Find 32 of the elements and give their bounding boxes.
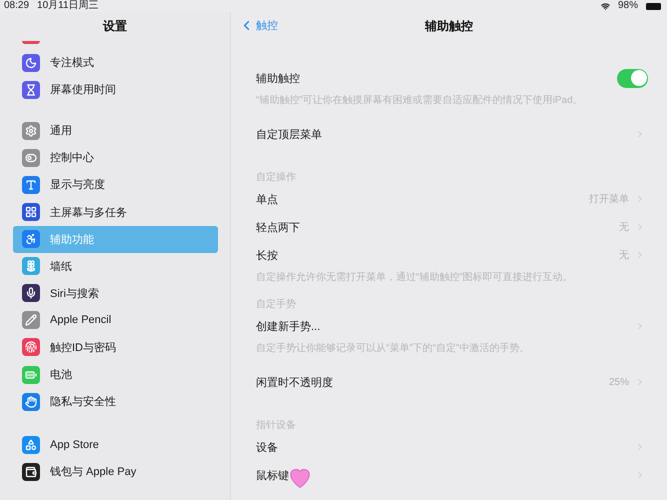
sidebar-item[interactable]: App Store — [13, 431, 218, 458]
page-title: 辅助触控 — [425, 18, 473, 34]
sidebar-item[interactable]: 显示与亮度 — [13, 171, 218, 198]
setting-row[interactable]: 设备 — [256, 433, 645, 461]
setting-row[interactable]: 鼠标键 — [256, 461, 645, 489]
toggle-switch[interactable] — [617, 68, 648, 88]
sidebar-item[interactable]: 触控ID与密码 — [13, 334, 218, 362]
battery-icon — [646, 2, 661, 10]
sidebar-item[interactable]: 墙纸 — [13, 252, 218, 280]
sidebar-item[interactable]: 主屏幕与多任务 — [13, 198, 218, 226]
sidebar-item[interactable]: 钱包与 Apple Pay — [13, 458, 218, 486]
sidebar-item[interactable]: 隐私与安全性 — [13, 388, 218, 416]
status-time: 08:29 — [4, 0, 30, 12]
sidebar-item[interactable]: 电池 — [13, 361, 218, 388]
setting-row[interactable]: 自定顶层菜单 — [256, 120, 645, 148]
sidebar-item[interactable]: Apple Pencil — [13, 306, 218, 334]
status-date: 10月11日周三 — [37, 0, 99, 12]
sidebar-item[interactable]: 屏幕使用时间 — [13, 76, 218, 104]
setting-row[interactable]: 创建新手势... — [256, 312, 645, 340]
setting-row[interactable]: 闲置时不透明度 25% — [256, 368, 645, 396]
sidebar-item[interactable]: 通用 — [13, 117, 218, 144]
setting-label: 辅助触控 — [256, 72, 301, 86]
setting-row[interactable]: 轻点两下 无 — [256, 213, 645, 241]
setting-row[interactable]: 长按 无 — [256, 241, 645, 269]
sidebar-title: 设置 — [103, 18, 127, 34]
partial-icon — [22, 41, 40, 44]
battery-percent: 98% — [618, 0, 638, 12]
wifi-icon — [600, 2, 610, 10]
sidebar-item[interactable]: 控制中心 — [13, 144, 218, 172]
setting-row[interactable]: 单点 打开菜单 — [256, 185, 645, 213]
sidebar-item[interactable]: 专注模式 — [13, 49, 218, 76]
sidebar-item[interactable]: Siri与搜索 — [13, 280, 218, 307]
